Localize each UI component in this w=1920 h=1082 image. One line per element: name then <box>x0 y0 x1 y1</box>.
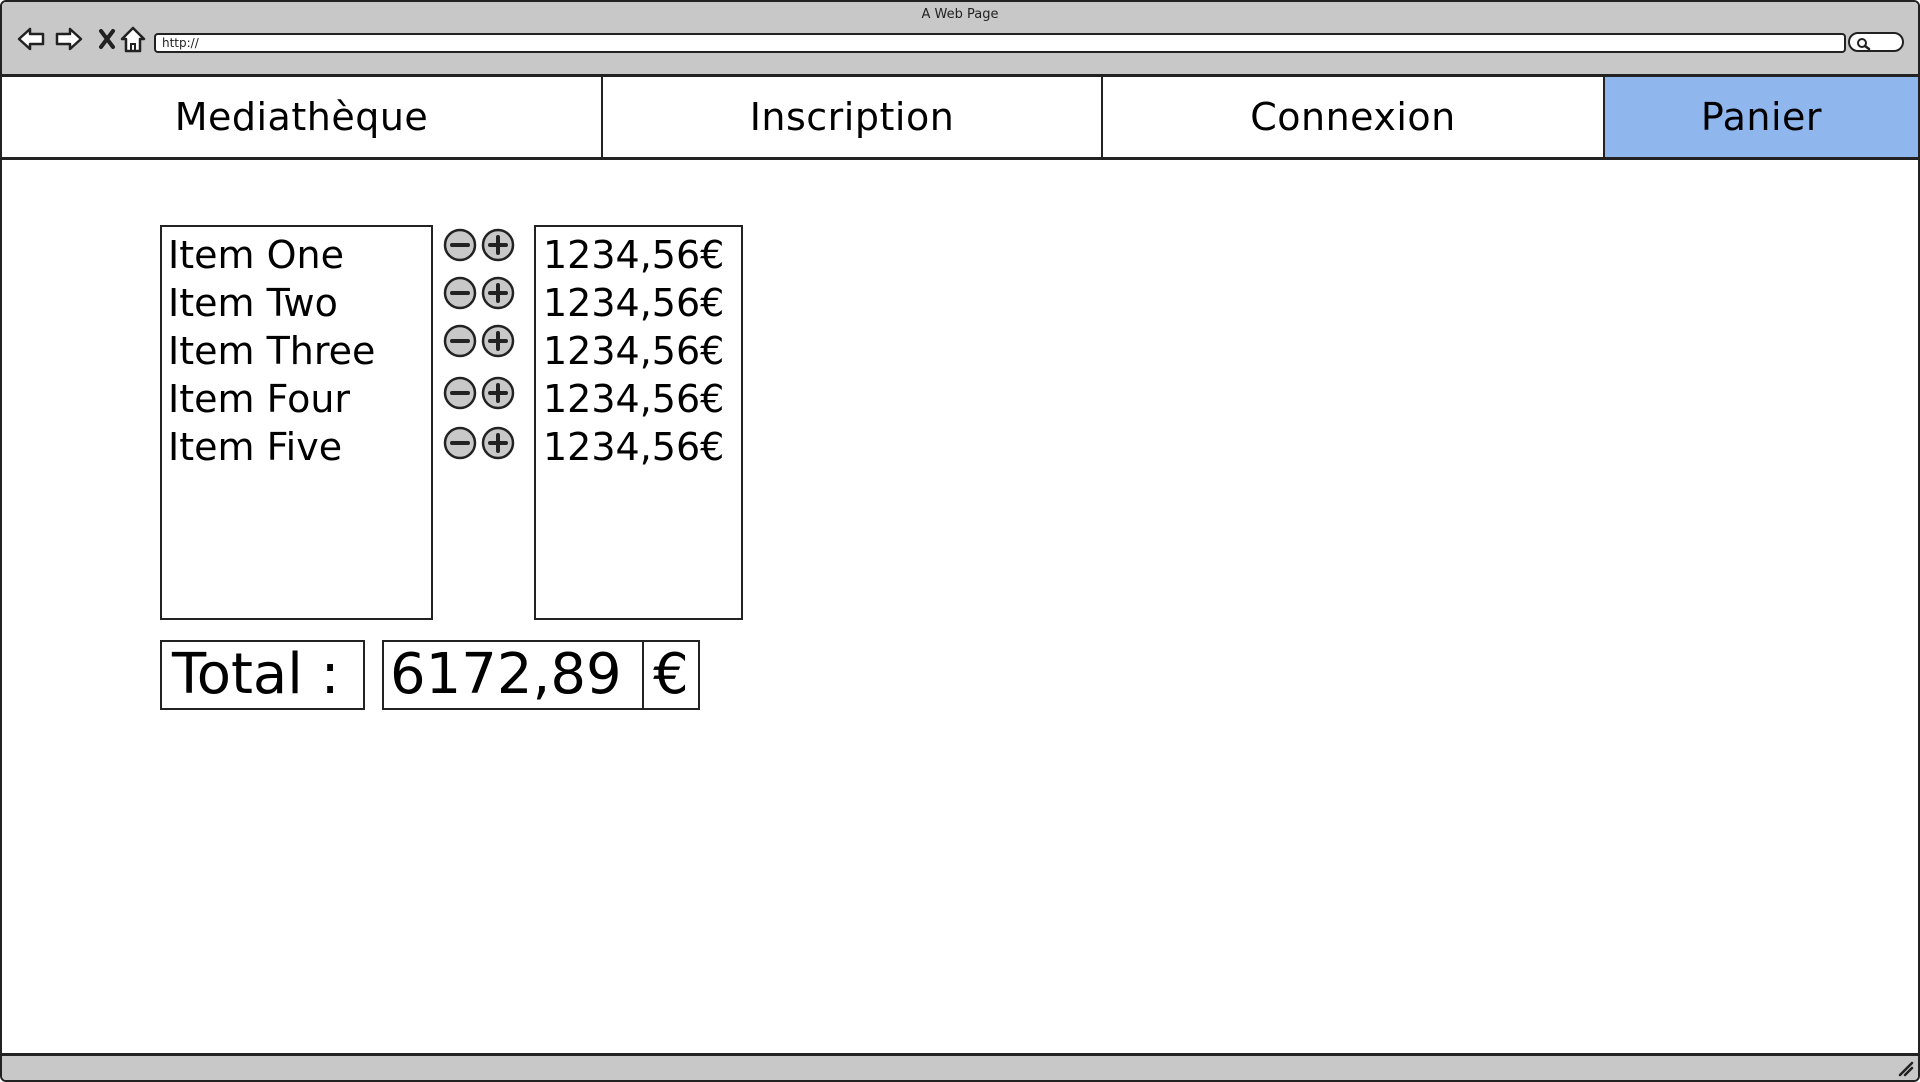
browser-window: A Web Page http:// Mediathèque Inscripti… <box>0 0 1920 1082</box>
quantity-stepper <box>442 227 522 275</box>
list-item[interactable]: Item Three <box>168 327 431 375</box>
window-title: A Web Page <box>921 7 999 22</box>
back-arrow-icon[interactable] <box>16 24 46 54</box>
main-nav-tabs: Mediathèque Inscription Connexion Panier <box>2 77 1918 160</box>
increase-quantity-button[interactable] <box>480 323 516 359</box>
status-bar <box>2 1053 1918 1080</box>
url-input[interactable]: http:// <box>154 33 1846 53</box>
plus-circle-icon <box>481 228 515 262</box>
list-item[interactable]: Item One <box>168 231 431 279</box>
search-icon <box>1857 38 1871 51</box>
minus-circle-icon <box>443 276 477 310</box>
item-price: 1234,56€ <box>543 377 725 421</box>
quantity-stepper <box>442 419 522 467</box>
total-value-field: 6172,89 <box>382 640 644 710</box>
list-item[interactable]: Item Two <box>168 279 431 327</box>
plus-circle-icon <box>481 426 515 460</box>
increase-quantity-button[interactable] <box>480 375 516 411</box>
decrease-quantity-button[interactable] <box>442 375 478 411</box>
decrease-quantity-button[interactable] <box>442 323 478 359</box>
item-price: 1234,56€ <box>543 233 725 277</box>
quantity-stepper <box>442 275 522 323</box>
quantity-stepper <box>442 371 522 419</box>
cart-price-list: 1234,56€ 1234,56€ 1234,56€ 1234,56€ 1234… <box>534 225 743 620</box>
increase-quantity-button[interactable] <box>480 227 516 263</box>
quantity-stepper <box>442 323 522 371</box>
minus-circle-icon <box>443 324 477 358</box>
search-button[interactable] <box>1848 32 1904 52</box>
cart-item-list: Item One Item Two Item Three Item Four I… <box>160 225 433 620</box>
total-label: Total : <box>160 640 365 710</box>
list-item[interactable]: Item Four <box>168 375 431 423</box>
minus-circle-icon <box>443 376 477 410</box>
tab-connexion[interactable]: Connexion <box>1103 77 1603 157</box>
item-price: 1234,56€ <box>543 329 725 373</box>
tab-mediatheque[interactable]: Mediathèque <box>2 77 603 157</box>
plus-circle-icon <box>481 276 515 310</box>
decrease-quantity-button[interactable] <box>442 425 478 461</box>
increase-quantity-button[interactable] <box>480 275 516 311</box>
decrease-quantity-button[interactable] <box>442 275 478 311</box>
plus-circle-icon <box>481 376 515 410</box>
item-price: 1234,56€ <box>543 281 725 325</box>
tab-inscription[interactable]: Inscription <box>603 77 1103 157</box>
resize-grip-icon[interactable] <box>1896 1059 1914 1077</box>
item-price: 1234,56€ <box>543 425 725 469</box>
home-icon[interactable] <box>118 24 148 54</box>
currency-label: € <box>642 640 700 710</box>
browser-toolbar: A Web Page http:// <box>2 2 1918 77</box>
increase-quantity-button[interactable] <box>480 425 516 461</box>
quantity-steppers <box>442 227 522 467</box>
forward-arrow-icon[interactable] <box>54 24 84 54</box>
tab-panier[interactable]: Panier <box>1603 77 1918 157</box>
list-item[interactable]: Item Five <box>168 423 431 471</box>
minus-circle-icon <box>443 426 477 460</box>
plus-circle-icon <box>481 324 515 358</box>
minus-circle-icon <box>443 228 477 262</box>
decrease-quantity-button[interactable] <box>442 227 478 263</box>
